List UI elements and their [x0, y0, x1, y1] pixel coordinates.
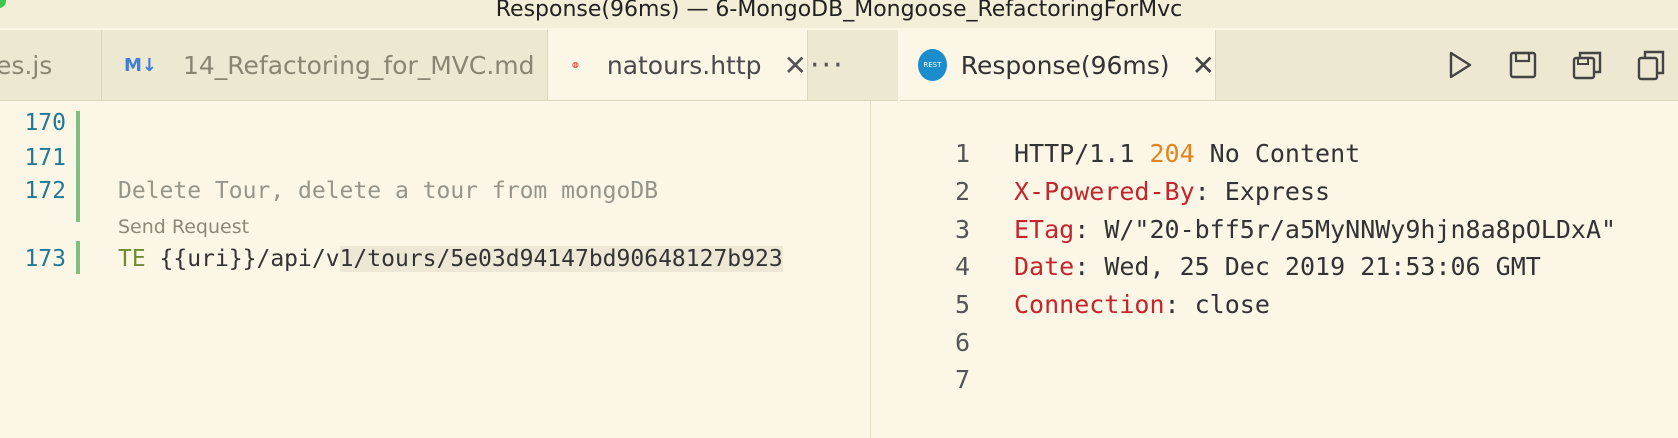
close-icon[interactable]: ✕	[784, 49, 807, 82]
http-editor[interactable]: 170 171 172 Delete Tour, delete a tour f…	[0, 101, 870, 438]
header-line: ETag: W/"20-bff5r/a5MyNNWy9hjn8a8pOLDxA"	[1014, 215, 1616, 244]
line-number: 7	[954, 365, 970, 394]
line-number: 2	[954, 177, 970, 206]
status-text: No Content	[1194, 139, 1361, 168]
header-value: : Express	[1194, 177, 1331, 206]
line-number: 3	[954, 215, 970, 244]
editor-divider[interactable]	[870, 101, 871, 438]
line-number: 173	[24, 246, 66, 272]
header-line: Connection: close	[1014, 290, 1270, 319]
line-number: 6	[954, 328, 970, 357]
header-line: X-Powered-By: Express	[1014, 177, 1330, 206]
tab-routes-js[interactable]: es.js	[0, 30, 102, 100]
tab-label: 14_Refactoring_for_MVC.md	[183, 50, 535, 80]
line-number: 4	[954, 252, 970, 281]
header-name: Date	[1014, 252, 1075, 281]
header-value: : W/"20-bff5r/a5MyNNWy9hjn8a8pOLDxA"	[1074, 215, 1617, 244]
window-titlebar: Response(96ms) — 6-MongoDB_Mongoose_Refa…	[0, 0, 1678, 28]
tab-label: natours.http	[606, 50, 762, 80]
header-line: Date: Wed, 25 Dec 2019 21:53:06 GMT	[1014, 252, 1541, 281]
line-number: 170	[24, 110, 66, 136]
git-change-bar	[76, 111, 80, 222]
line-number: 172	[24, 178, 66, 204]
tab-refactoring-md[interactable]: M↓ 14_Refactoring_for_MVC.md	[102, 30, 548, 100]
protocol: HTTP/1.1	[1014, 139, 1150, 168]
markdown-icon: M↓	[124, 54, 157, 76]
request-url: {{uri}}/api/v	[145, 246, 340, 272]
code-comment: Delete Tour, delete a tour from mongoDB	[118, 178, 659, 204]
tab-label: Response(96ms)	[960, 50, 1170, 80]
line-number: 171	[24, 145, 66, 171]
header-name: ETag	[1014, 215, 1075, 244]
line-number: 1	[954, 139, 970, 168]
tab-natours-http[interactable]: natours.http ✕	[548, 30, 808, 100]
editor-tab-bar: es.js M↓ 14_Refactoring_for_MVC.md natou…	[0, 30, 898, 101]
response-viewer[interactable]: 1 HTTP/1.1 204 No Content 2 X-Powered-By…	[900, 101, 1678, 438]
response-tab-bar: REST Response(96ms) ✕	[900, 30, 1678, 101]
request-line: TE {{uri}}/api/v1/tours/5e03d94147bd9064…	[118, 246, 783, 272]
send-request-link[interactable]: Send Request	[118, 216, 249, 238]
tab-response[interactable]: REST Response(96ms) ✕	[900, 30, 1216, 100]
save-body-icon[interactable]	[1570, 48, 1604, 82]
tab-label: es.js	[0, 50, 53, 80]
header-value: : close	[1164, 290, 1270, 319]
more-actions-icon[interactable]: ···	[810, 30, 845, 100]
editor-actions	[1442, 30, 1668, 100]
run-icon[interactable]	[1442, 48, 1476, 82]
window-title: Response(96ms) — 6-MongoDB_Mongoose_Refa…	[495, 0, 1183, 22]
git-change-bar	[76, 241, 80, 274]
header-value: : Wed, 25 Dec 2019 21:53:06 GMT	[1074, 252, 1541, 281]
line-number: 5	[954, 290, 970, 319]
request-url-highlight: 1/tours/5e03d94147bd90648127b923	[339, 246, 783, 272]
status-code: 204	[1149, 139, 1195, 168]
close-icon[interactable]: ✕	[1192, 49, 1215, 82]
save-icon[interactable]	[1506, 48, 1540, 82]
header-name: X-Powered-By	[1014, 177, 1195, 206]
http-method: TE	[118, 246, 146, 272]
copy-icon[interactable]	[1634, 48, 1668, 82]
status-line: HTTP/1.1 204 No Content	[1014, 139, 1360, 168]
globe-icon	[572, 61, 579, 69]
header-name: Connection	[1014, 290, 1165, 319]
rest-client-icon: REST	[918, 49, 947, 81]
